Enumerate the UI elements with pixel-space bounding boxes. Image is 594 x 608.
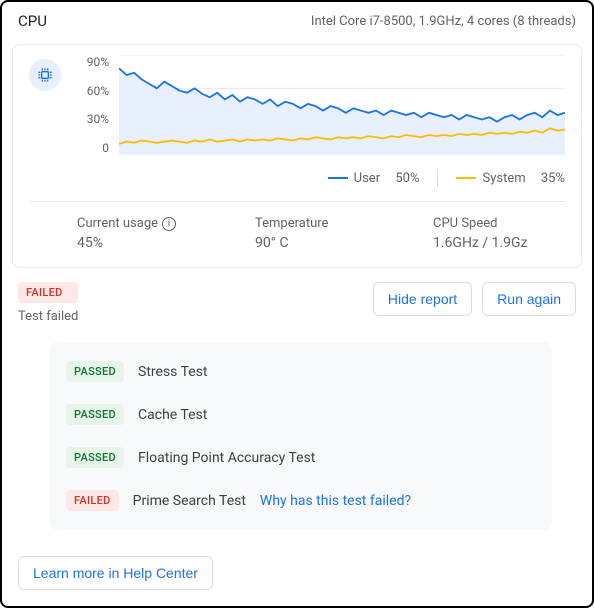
metric-label: CPU Speed [433,216,497,231]
cpu-card: CPU Intel Core i7-8500, 1.9GHz, 4 cores … [0,0,594,608]
chart-legend: User 50% System 35% [29,169,565,187]
chart-panel: 90% 60% 30% 0 User 50% System 35% [12,44,582,268]
line-chart [119,55,565,155]
test-row: PASSED Cache Test [66,393,536,436]
test-badge: FAILED [66,490,119,511]
y-tick: 90% [79,55,109,69]
legend-label: User [354,171,380,186]
test-name: Stress Test [138,364,208,380]
status-badge: FAILED [18,282,78,303]
test-name: Floating Point Accuracy Test [138,450,315,466]
cpu-icon [29,59,61,91]
cpu-model-text: Intel Core i7-8500, 1.9GHz, 4 cores (8 t… [311,14,576,29]
test-row: PASSED Floating Point Accuracy Test [66,436,536,479]
test-row: FAILED Prime Search Test Why has this test… [66,479,536,522]
y-tick: 0 [79,141,109,155]
metric-cpu-speed: CPU Speed 1.6GHz / 1.9Gz [433,216,563,251]
legend-system: System 35% [456,171,565,186]
hide-report-button[interactable]: Hide report [373,282,472,316]
card-title: CPU [18,12,47,30]
test-name: Prime Search Test [133,493,246,509]
metric-temperature: Temperature 90° C [255,216,385,251]
y-axis: 90% 60% 30% 0 [79,55,113,155]
metrics-row: Current usage i 45% Temperature 90° C CP… [29,201,565,259]
legend-value: 35% [541,171,565,186]
legend-divider [437,169,438,187]
test-row: PASSED Stress Test [66,350,536,393]
legend-swatch [456,177,476,179]
chart-area: 90% 60% 30% 0 [79,55,565,155]
metric-value: 1.6GHz / 1.9Gz [433,235,563,251]
metric-value: 90° C [255,235,385,251]
test-failure-link[interactable]: Why has this test failed? [260,493,411,509]
test-badge: PASSED [66,447,124,468]
help-center-button[interactable]: Learn more in Help Center [18,556,213,590]
test-badge: PASSED [66,404,124,425]
card-footer: Learn more in Help Center [2,540,592,606]
metric-label: Temperature [255,216,328,231]
test-badge: PASSED [66,361,124,382]
y-tick: 30% [79,112,109,126]
status-text: Test failed [18,309,78,324]
legend-user: User 50% [328,171,420,186]
legend-swatch [328,177,348,179]
test-header: FAILED Test failed Hide report Run again [18,282,576,324]
card-header: CPU Intel Core i7-8500, 1.9GHz, 4 cores … [2,2,592,40]
metric-value: 45% [77,235,207,251]
run-again-button[interactable]: Run again [482,282,576,316]
y-tick: 60% [79,84,109,98]
info-icon[interactable]: i [162,217,176,231]
test-name: Cache Test [138,407,207,423]
metric-current-usage: Current usage i 45% [77,216,207,251]
test-section: FAILED Test failed Hide report Run again… [2,268,592,540]
legend-value: 50% [395,171,419,186]
metric-label: Current usage [77,216,158,231]
legend-label: System [482,171,525,186]
test-list: PASSED Stress Test PASSED Cache Test PASSED F… [50,342,552,530]
